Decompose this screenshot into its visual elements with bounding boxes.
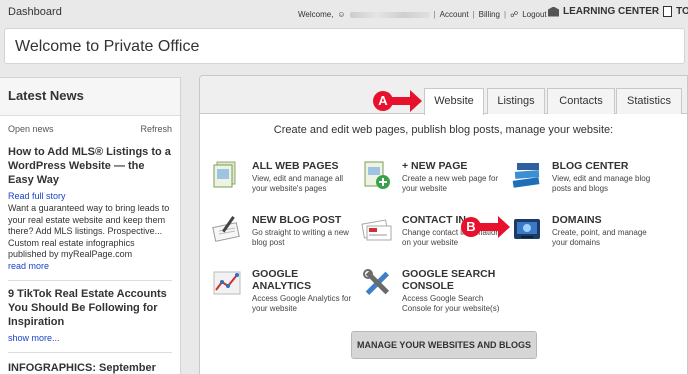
new-blog-post-item[interactable]: NEW BLOG POST Go straight to writing a n… bbox=[211, 213, 356, 257]
tab-listings[interactable]: Listings bbox=[487, 88, 545, 114]
tour-label[interactable]: TOUR bbox=[676, 6, 688, 17]
item-description: Access Google Search Console for your we… bbox=[402, 294, 500, 313]
news-excerpt: Want a guaranteed way to bring leads to … bbox=[8, 203, 170, 259]
item-description: Create, point, and manage your domains bbox=[552, 228, 647, 247]
analytics-chart-icon bbox=[213, 271, 241, 295]
item-description: View, edit and manage blog posts and blo… bbox=[552, 174, 651, 193]
refresh-link[interactable]: Refresh bbox=[140, 124, 172, 134]
billing-link[interactable]: Billing bbox=[479, 10, 500, 19]
top-bar: Dashboard Welcome, ☺ | Account | Billing… bbox=[0, 0, 688, 26]
pen-notebook-icon bbox=[212, 216, 240, 242]
domains-item[interactable]: DOMAINS Create, point, and manage your d… bbox=[511, 213, 656, 257]
new-page-item[interactable]: + NEW PAGE Create a new web page for you… bbox=[361, 159, 506, 203]
item-title: BLOG CENTER bbox=[552, 160, 629, 172]
tab-website[interactable]: Website bbox=[424, 88, 484, 115]
item-title: GOOGLE SEARCH CONSOLE bbox=[402, 268, 496, 292]
read-more-link[interactable]: read more bbox=[8, 261, 172, 271]
open-news-link[interactable]: Open news bbox=[8, 124, 54, 134]
latest-news-panel: Latest News Open news Refresh How to Add… bbox=[0, 77, 181, 374]
tagline: Create and edit web pages, publish blog … bbox=[273, 124, 614, 136]
google-search-console-item[interactable]: GOOGLE SEARCH CONSOLE Access Google Sear… bbox=[361, 267, 506, 313]
tab-statistics[interactable]: Statistics bbox=[616, 88, 682, 114]
news-list: How to Add MLS® Listings to a WordPress … bbox=[0, 145, 180, 374]
read-full-story-link[interactable]: Read full story bbox=[8, 191, 172, 201]
logout-link[interactable]: Logout bbox=[522, 10, 546, 19]
books-icon bbox=[512, 163, 540, 188]
pages-icon bbox=[213, 161, 236, 188]
annotation-arrow-a bbox=[390, 90, 422, 112]
welcome-text: Welcome, bbox=[298, 10, 334, 19]
show-more-link[interactable]: show more... bbox=[8, 333, 172, 343]
domains-icon bbox=[514, 219, 540, 239]
news-article-title[interactable]: How to Add MLS® Listings to a WordPress … bbox=[8, 145, 172, 187]
learning-center-label: LEARNING CENTER bbox=[563, 6, 660, 17]
user-icon: ☺ bbox=[337, 10, 346, 19]
all-web-pages-item[interactable]: ALL WEB PAGES View, edit and manage all … bbox=[211, 159, 356, 203]
user-links: Welcome, ☺ | Account | Billing | ☍ Logou… bbox=[298, 10, 547, 19]
learning-center[interactable]: LEARNING CENTER TOUR bbox=[548, 6, 688, 17]
lock-icon: ☍ bbox=[510, 10, 519, 19]
annotation-arrow-b bbox=[478, 216, 510, 238]
news-heading: Latest News bbox=[0, 78, 180, 116]
item-title: DOMAINS bbox=[552, 214, 602, 226]
item-title: NEW BLOG POST bbox=[252, 214, 342, 226]
tab-strip: Website Listings Contacts Statistics bbox=[200, 76, 687, 115]
item-description: Access Google Analytics for your website bbox=[252, 294, 352, 313]
tools-icon bbox=[363, 269, 390, 296]
item-description: Create a new web page for your website bbox=[402, 174, 499, 193]
news-article-title[interactable]: 9 TikTok Real Estate Accounts You Should… bbox=[8, 287, 172, 329]
blog-center-item[interactable]: BLOG CENTER View, edit and manage blog p… bbox=[511, 159, 656, 203]
manage-websites-button[interactable]: MANAGE YOUR WEBSITES AND BLOGS bbox=[351, 331, 537, 359]
page-title: Welcome to Private Office bbox=[15, 38, 200, 55]
item-title: CONTACT IN bbox=[402, 214, 466, 226]
business-card-icon bbox=[361, 219, 392, 241]
item-title: ALL WEB PAGES bbox=[252, 160, 339, 172]
graduation-cap-icon bbox=[548, 6, 559, 17]
news-article-title[interactable]: INFOGRAPHICS: September bbox=[8, 361, 172, 374]
website-panel: Website Listings Contacts Statistics Cre… bbox=[199, 75, 688, 374]
item-description: Go straight to writing a new blog post bbox=[252, 228, 349, 247]
item-description: View, edit and manage all your website's… bbox=[252, 174, 344, 193]
item-title: GOOGLE ANALYTICS bbox=[252, 268, 312, 292]
news-tools: Open news Refresh bbox=[0, 116, 180, 134]
blurred-username bbox=[349, 11, 430, 18]
new-page-icon bbox=[364, 161, 390, 189]
welcome-bar: Welcome to Private Office bbox=[4, 28, 685, 64]
item-title: + NEW PAGE bbox=[402, 160, 468, 172]
tour-icon bbox=[663, 6, 673, 17]
breadcrumb[interactable]: Dashboard bbox=[8, 6, 62, 18]
google-analytics-item[interactable]: GOOGLE ANALYTICS Access Google Analytics… bbox=[211, 267, 356, 313]
account-link[interactable]: Account bbox=[440, 10, 469, 19]
tab-contacts[interactable]: Contacts bbox=[547, 88, 615, 114]
